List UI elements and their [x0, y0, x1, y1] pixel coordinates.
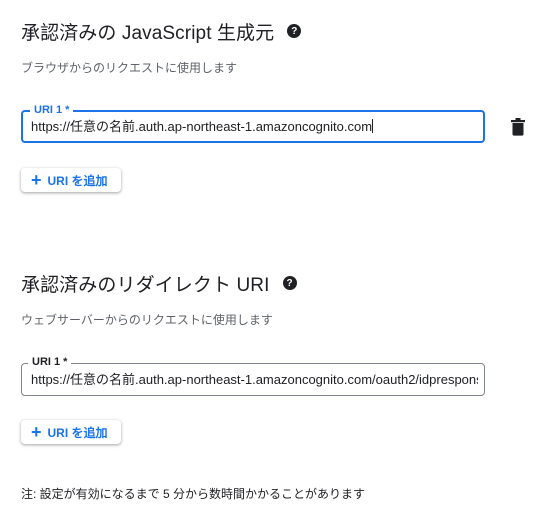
redirect-uris-subtitle: ウェブサーバーからのリクエストに使用します — [21, 313, 273, 327]
redirect-uris-title: 承認済みのリダイレクト URI — [21, 274, 270, 296]
add-redirect-uri-button[interactable]: + URI を追加 — [21, 420, 121, 444]
js-origin-uri-1-input[interactable]: https://任意の名前.auth.ap-northeast-1.amazon… — [31, 118, 477, 136]
redirect-uri-1-field[interactable]: URI 1 * https://任意の名前.auth.ap-northeast-… — [21, 355, 485, 396]
trash-icon[interactable] — [511, 118, 525, 136]
js-origins-header: 承認済みの JavaScript 生成元 ? — [21, 0, 555, 62]
js-origin-uri-1-field[interactable]: URI 1 * https://任意の名前.auth.ap-northeast-… — [21, 103, 485, 143]
help-icon[interactable]: ? — [287, 24, 302, 38]
js-origin-uri-1-value: https://任意の名前.auth.ap-northeast-1.amazon… — [31, 118, 373, 134]
redirect-uris-section: 承認済みのリダイレクト URI ? ウェブサーバーからのリクエストに使用します … — [21, 252, 555, 444]
add-js-origin-uri-button[interactable]: + URI を追加 — [21, 168, 121, 192]
js-origins-section: 承認済みの JavaScript 生成元 ? ブラウザからのリクエストに使用しま… — [21, 0, 555, 192]
plus-icon: + — [31, 169, 42, 190]
add-redirect-uri-label: URI を追加 — [47, 425, 108, 440]
js-origins-subtitle: ブラウザからのリクエストに使用します — [21, 61, 238, 75]
add-js-origin-uri-label: URI を追加 — [47, 173, 108, 188]
propagation-note: 注: 設定が有効になるまで 5 分から数時間かかることがあります — [21, 487, 366, 501]
js-origin-uri-1-label: URI 1 * — [30, 103, 74, 117]
help-icon[interactable]: ? — [282, 276, 297, 290]
plus-icon: + — [31, 421, 42, 442]
js-origins-title: 承認済みの JavaScript 生成元 — [21, 22, 275, 44]
text-caret — [372, 118, 374, 133]
redirect-uri-1-input[interactable]: https://任意の名前.auth.ap-northeast-1.amazon… — [31, 371, 478, 389]
redirect-uri-1-label: URI 1 * — [28, 355, 72, 369]
redirect-uris-header: 承認済みのリダイレクト URI ? — [21, 252, 555, 314]
